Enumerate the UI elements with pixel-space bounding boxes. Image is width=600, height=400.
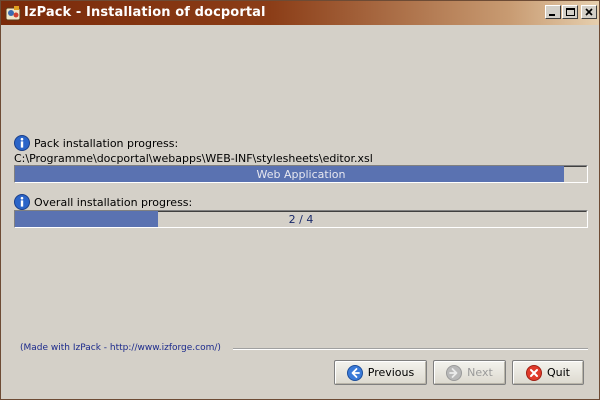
- footer-separator: [233, 348, 588, 350]
- minimize-icon: [549, 14, 555, 16]
- arrow-left-icon: [346, 364, 363, 381]
- title-bar[interactable]: IzPack - Installation of docportal: [1, 1, 599, 25]
- quit-button-label: Quit: [547, 366, 570, 379]
- window-title: IzPack - Installation of docportal: [24, 5, 266, 20]
- overall-progress-bar: 2 / 4: [14, 210, 588, 228]
- pack-progress-text: Web Application: [256, 167, 346, 181]
- pack-progress-label: Pack installation progress:: [34, 136, 179, 150]
- quit-icon: [526, 364, 542, 381]
- overall-progress-label: Overall installation progress:: [34, 195, 193, 209]
- next-button[interactable]: Next: [433, 360, 506, 385]
- close-icon: [585, 8, 593, 16]
- previous-button-label: Previous: [367, 366, 415, 379]
- next-button-label: Next: [467, 366, 493, 379]
- installer-window: IzPack - Installation of docportal Pack …: [0, 0, 600, 400]
- arrow-right-icon: [446, 364, 463, 381]
- pack-progress-bar: Web Application: [14, 165, 588, 183]
- previous-button[interactable]: Previous: [334, 360, 427, 385]
- close-button[interactable]: [581, 5, 597, 19]
- minimize-button[interactable]: [545, 5, 561, 19]
- maximize-icon: [565, 8, 575, 16]
- quit-button[interactable]: Quit: [512, 360, 584, 385]
- izpack-logo-icon: [5, 6, 21, 21]
- overall-progress-label-row: Overall installation progress:: [14, 194, 192, 210]
- install-panel: Pack installation progress: C:\Programme…: [1, 25, 599, 399]
- current-file-path: C:\Programme\docportal\webapps\WEB-INF\s…: [14, 152, 373, 165]
- maximize-button[interactable]: [562, 5, 578, 19]
- pack-progress-label-row: Pack installation progress:: [14, 135, 178, 151]
- info-icon: [14, 194, 30, 210]
- info-icon: [14, 135, 30, 151]
- made-with-izpack-link[interactable]: (Made with IzPack - http://www.izforge.c…: [20, 343, 221, 353]
- overall-progress-text: 2 / 4: [288, 212, 314, 226]
